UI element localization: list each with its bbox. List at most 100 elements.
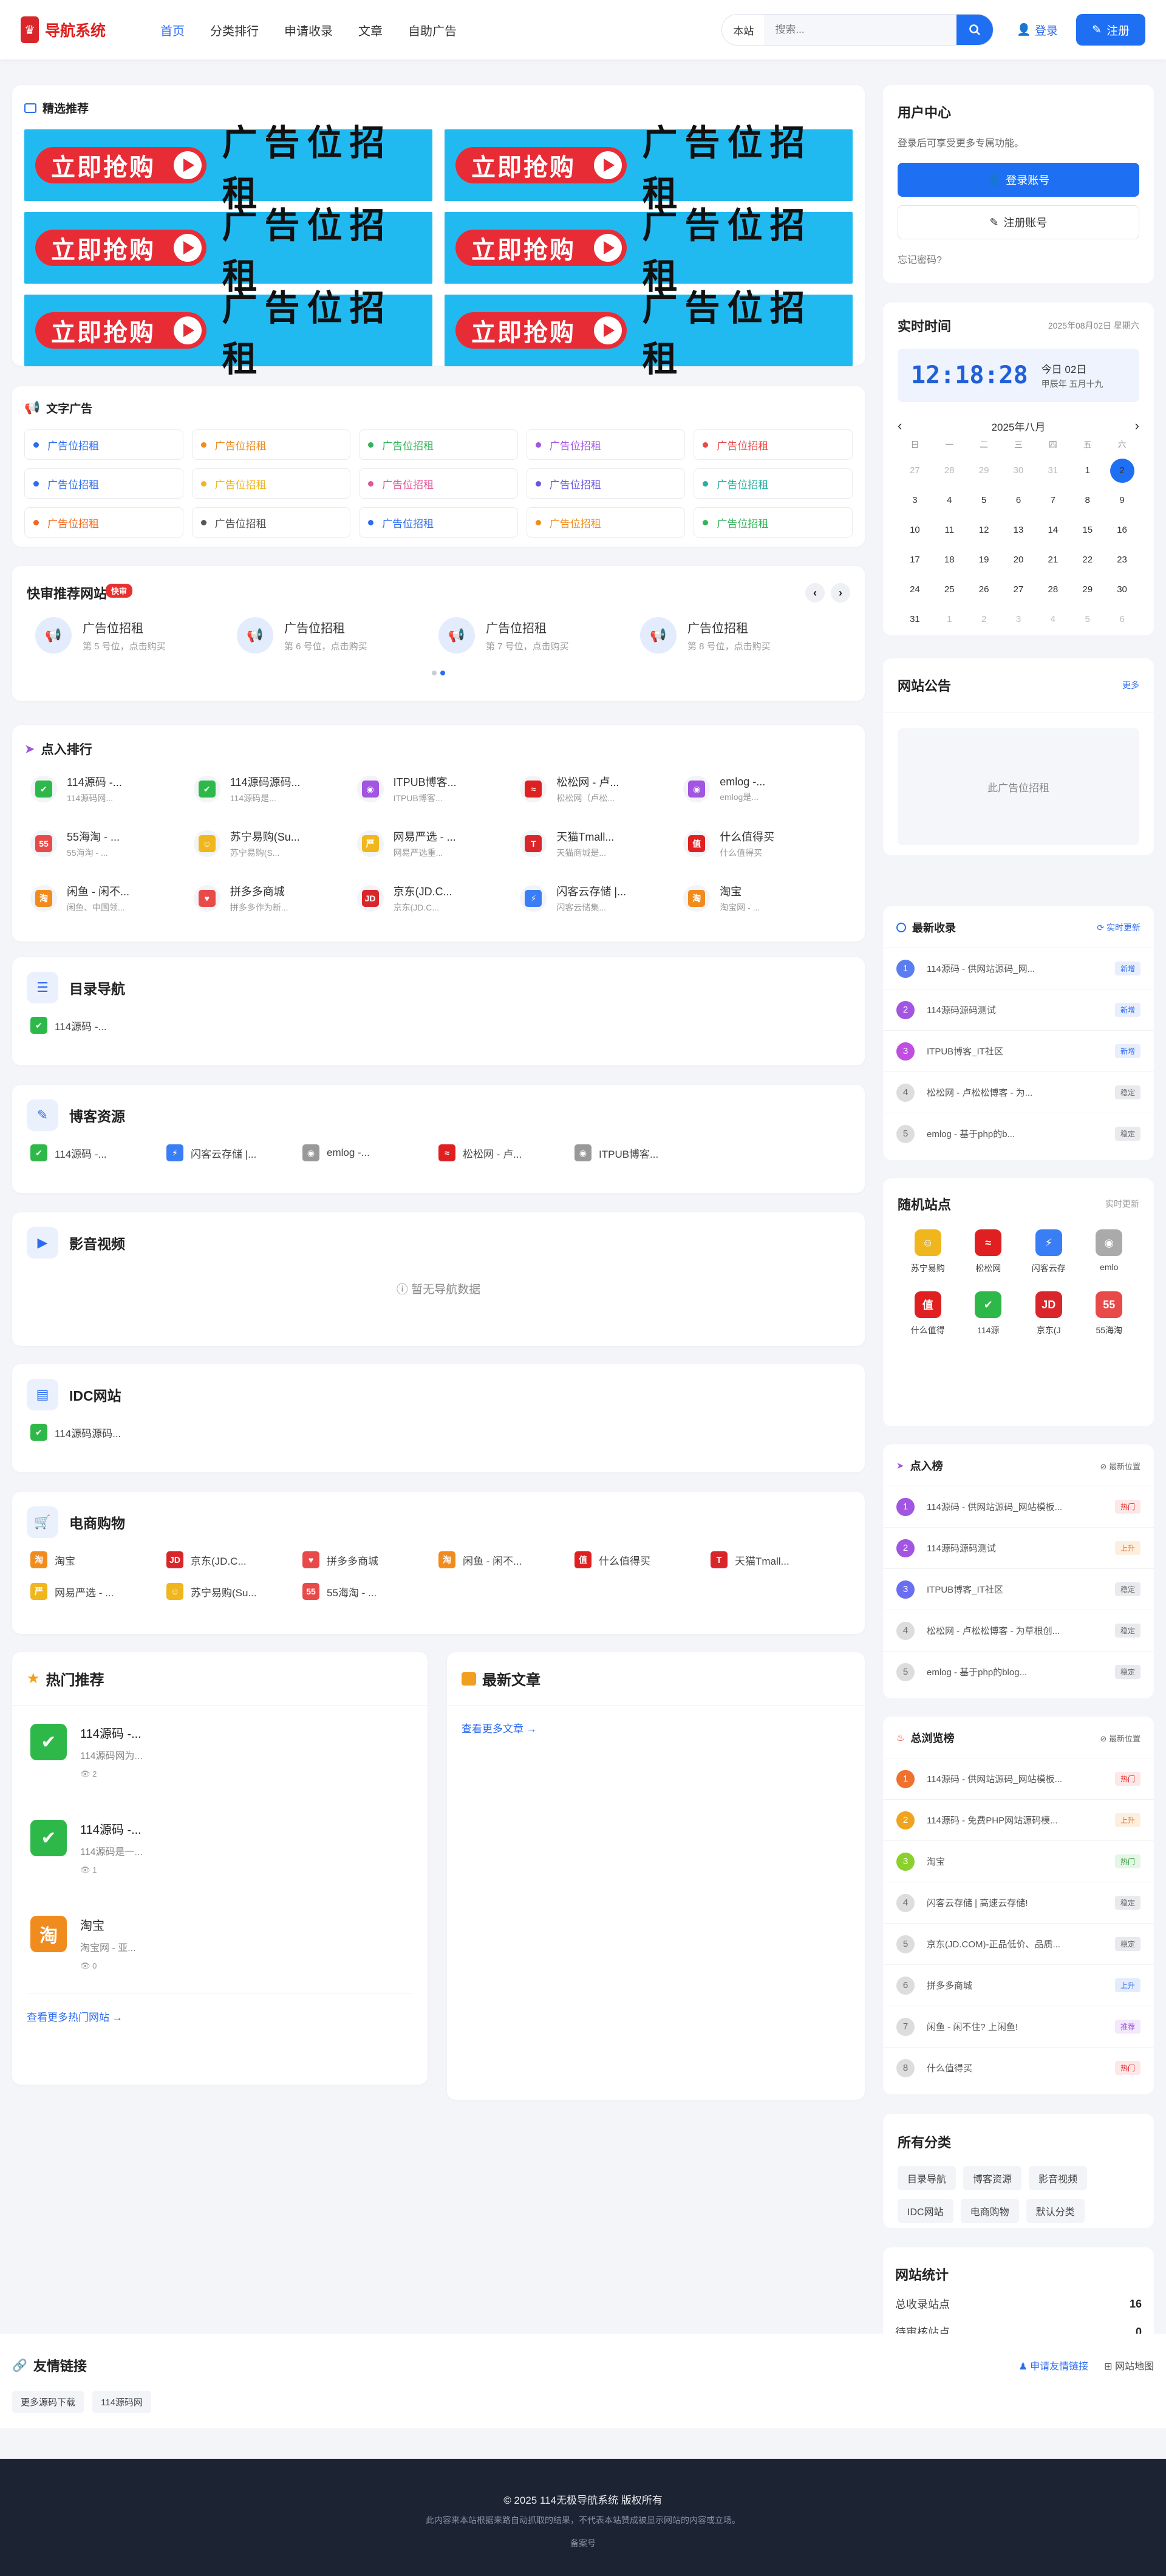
click-rank-item[interactable]: JD 京东(JD.C... 京东(JD.C...	[356, 883, 520, 914]
calendar-next[interactable]: ›	[1135, 418, 1139, 434]
click-rank-item[interactable]: 淘 闲鱼 - 闲不... 闲鱼、中国领...	[30, 883, 194, 914]
category-link[interactable]: ≈ 松松网 - 卢...	[438, 1144, 574, 1161]
category-link[interactable]: ✔ 114源码 -...	[30, 1017, 166, 1034]
friend-link[interactable]: 114源码网	[92, 2391, 151, 2413]
calendar-day[interactable]: 23	[1105, 546, 1139, 573]
newest-item[interactable]: 3 ITPUB博客_IT社区 新增	[883, 1030, 1154, 1071]
calendar-day[interactable]: 29	[967, 457, 1001, 484]
calendar-day[interactable]: 28	[932, 457, 967, 484]
nav-articles[interactable]: 文章	[358, 21, 383, 39]
random-site[interactable]: ◉ emlo	[1079, 1229, 1140, 1274]
calendar-day[interactable]: 11	[932, 516, 967, 544]
quick-review-item[interactable]: 📢 广告位招租第 5 号位，点击购买	[35, 617, 237, 654]
calendar-day[interactable]: 2	[967, 606, 1001, 633]
search-input[interactable]	[765, 15, 957, 45]
text-ad-item[interactable]: 广告位招租	[24, 468, 183, 499]
calendar-day[interactable]: 25	[932, 576, 967, 603]
next-button[interactable]: ›	[831, 583, 850, 603]
newest-item[interactable]: 5 emlog - 基于php的b... 稳定	[883, 1113, 1154, 1154]
calendar-day[interactable]: 27	[898, 457, 932, 484]
quick-review-item[interactable]: 📢 广告位招租第 6 号位，点击购买	[237, 617, 438, 654]
click-rank-item[interactable]: T 天猫Tmall... 天猫商城是...	[520, 828, 683, 859]
click-rank-item[interactable]: ✔ 114源码源码... 114源码是...	[193, 774, 357, 804]
featured-ad[interactable]: 立即抢购 广告位招租	[445, 287, 853, 380]
featured-ad[interactable]: 立即抢购 广告位招租	[24, 122, 432, 214]
click-rank-item[interactable]: ♥ 拼多多商城 拼多多作为新...	[193, 883, 357, 914]
calendar-day[interactable]: 19	[967, 546, 1001, 573]
ranked-item[interactable]: 3 淘宝 热门	[883, 1840, 1154, 1882]
text-ad-item[interactable]: 广告位招租	[526, 429, 686, 460]
calendar-day[interactable]: 29	[1070, 576, 1105, 603]
newest-item[interactable]: 4 松松网 - 卢松松博客 - 为... 稳定	[883, 1071, 1154, 1113]
category-link[interactable]: T 天猫Tmall...	[711, 1551, 847, 1568]
calendar-day[interactable]: 3	[1001, 606, 1036, 633]
text-ad-item[interactable]: 广告位招租	[359, 468, 518, 499]
calendar-day[interactable]: 28	[1035, 576, 1070, 603]
hot-item[interactable]: ✔ 114源码 -... 114源码网为... 👁 2	[30, 1706, 409, 1802]
logo[interactable]: ♛ 导航系统	[21, 16, 106, 43]
calendar-day[interactable]: 16	[1105, 516, 1139, 544]
nav-self-ads[interactable]: 自助广告	[408, 21, 457, 39]
search-button[interactable]	[956, 15, 994, 45]
ranked-item[interactable]: 4 松松网 - 卢松松博客 - 为草根创... 稳定	[883, 1610, 1154, 1651]
calendar-day[interactable]: 14	[1035, 516, 1070, 544]
category-link[interactable]: ◉ ITPUB博客...	[574, 1144, 711, 1161]
prev-button[interactable]: ‹	[805, 583, 825, 603]
quick-review-item[interactable]: 📢 广告位招租第 7 号位，点击购买	[438, 617, 640, 654]
category-link[interactable]: 值什么值得买	[574, 1551, 711, 1568]
nav-home[interactable]: 首页	[160, 21, 185, 39]
text-ad-item[interactable]: 广告位招租	[694, 429, 853, 460]
calendar-day[interactable]: 9	[1105, 487, 1139, 514]
ranked-item[interactable]: 4 闪客云存储 | 高速云存储! 稳定	[883, 1882, 1154, 1923]
category-link[interactable]: 55 55海淘 - ...	[302, 1583, 438, 1600]
text-ad-item[interactable]: 广告位招租	[191, 429, 351, 460]
ranked-item[interactable]: 7 闲鱼 - 闲不住? 上闲鱼! 推荐	[883, 2006, 1154, 2047]
calendar-day[interactable]: 5	[967, 487, 1001, 514]
calendar-day[interactable]: 13	[1001, 516, 1036, 544]
calendar-day[interactable]: 10	[898, 516, 932, 544]
featured-ad[interactable]: 立即抢购 广告位招租	[24, 287, 432, 380]
category-link[interactable]: ✔ 114源码 -...	[30, 1144, 166, 1161]
calendar-day[interactable]: 26	[967, 576, 1001, 603]
category-link[interactable]: ⚡ 闪客云存储 |...	[166, 1144, 302, 1161]
calendar-day[interactable]: 8	[1070, 487, 1105, 514]
text-ad-item[interactable]: 广告位招租	[694, 468, 853, 499]
ranked-item[interactable]: 2 114源码源码测试 上升	[883, 1527, 1154, 1568]
random-site[interactable]: 值什么值得	[898, 1291, 958, 1336]
click-rank-item[interactable]: ◉ emlog -... emlog是...	[683, 774, 847, 804]
calendar-day[interactable]: 2	[1105, 457, 1139, 484]
ranked-item[interactable]: 3 ITPUB博客_IT社区 稳定	[883, 1568, 1154, 1610]
calendar-day[interactable]: 27	[1001, 576, 1036, 603]
register-button[interactable]: ✎ 注册	[1076, 14, 1145, 46]
click-rank-item[interactable]: 严 网易严选 - ... 网易严选重...	[356, 828, 520, 859]
calendar-day[interactable]: 12	[967, 516, 1001, 544]
text-ad-item[interactable]: 广告位招租	[191, 507, 351, 538]
apply-friend-link[interactable]: ♟ 申请友情链接	[1018, 2358, 1088, 2373]
click-rank-item[interactable]: ≈ 松松网 - 卢... 松松网（卢松...	[520, 774, 683, 804]
login-link[interactable]: 👤 登录	[1017, 22, 1058, 38]
forgot-password-link[interactable]: 忘记密码?	[898, 251, 1139, 266]
category-tag[interactable]: 电商购物	[960, 2199, 1019, 2223]
category-link[interactable]: ◉ emlog -...	[302, 1144, 438, 1161]
ranked-item[interactable]: 1 114源码 - 供网站源码_网站模板... 热门	[883, 1758, 1154, 1799]
category-link[interactable]: ☺ 苏宁易购(Su...	[166, 1583, 302, 1600]
calendar-day[interactable]: 30	[1001, 457, 1036, 484]
nav-category-rank[interactable]: 分类排行	[210, 21, 259, 39]
random-site[interactable]: JD 京东(J	[1018, 1291, 1079, 1336]
hot-item[interactable]: 淘淘宝 淘宝网 - 亚... 👁 0	[30, 1898, 409, 1993]
category-tag[interactable]: IDC网站	[898, 2199, 953, 2223]
category-tag[interactable]: 博客资源	[963, 2166, 1022, 2190]
ranked-item[interactable]: 5 emlog - 基于php的blog... 稳定	[883, 1651, 1154, 1692]
calendar-day[interactable]: 31	[1035, 457, 1070, 484]
ranked-item[interactable]: 2 114源码 - 免费PHP网站源码模... 上升	[883, 1799, 1154, 1840]
hot-more-link[interactable]: 查看更多热门网站 →	[27, 2012, 123, 2023]
calendar-day[interactable]: 4	[932, 487, 967, 514]
quick-review-item[interactable]: 📢 广告位招租第 8 号位，点击购买	[640, 617, 842, 654]
calendar-day[interactable]: 6	[1105, 606, 1139, 633]
random-site[interactable]: ✔ 114源	[958, 1291, 1019, 1336]
category-link[interactable]: 淘闲鱼 - 闲不...	[438, 1551, 574, 1568]
search-scope[interactable]: 本站	[722, 15, 766, 45]
calendar-day[interactable]: 6	[1001, 487, 1036, 514]
calendar-day[interactable]: 18	[932, 546, 967, 573]
newest-item[interactable]: 1 114源码 - 供网站源码_网... 新增	[883, 948, 1154, 989]
